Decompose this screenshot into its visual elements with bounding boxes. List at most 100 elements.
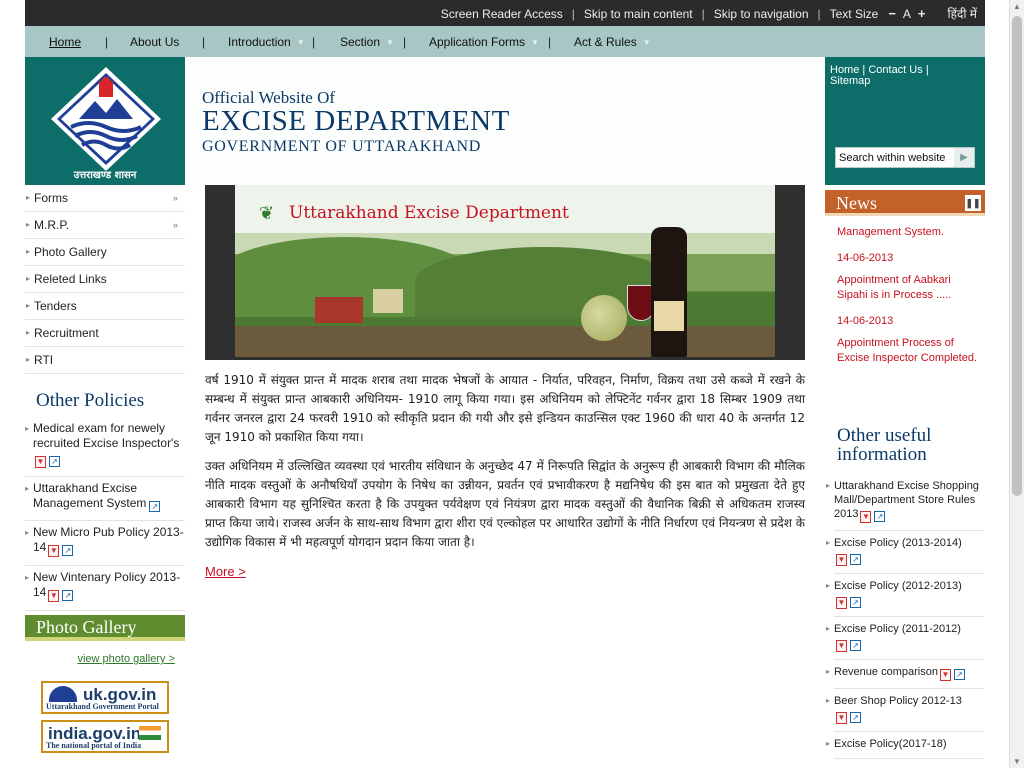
pdf-icon: ▼ xyxy=(836,640,847,652)
title-line-government: GOVERNMENT OF UTTARAKHAND xyxy=(202,138,482,155)
nav-application-forms[interactable]: Application Forms ▼ xyxy=(429,35,539,49)
india-portal-banner[interactable]: india.gov.in The national portal of Indi… xyxy=(41,720,169,753)
useful-item[interactable]: ▸ Beer Shop Policy 2012-13 ▼ ↗ xyxy=(826,689,984,732)
pdf-icon: ▼ xyxy=(48,545,60,557)
header-sitemap-link[interactable]: Sitemap xyxy=(830,75,870,87)
uttarakhand-logo: उत्तराखण्ड शासन xyxy=(25,57,185,185)
bullet-icon: ▸ xyxy=(826,696,831,705)
news-date: 14-06-2013 xyxy=(837,252,894,264)
text-size-decrease-button[interactable]: − xyxy=(888,6,896,21)
news-item[interactable]: Appointment of Aabkari Sipahi is in Proc… xyxy=(837,273,977,303)
sidebar-item-forms[interactable]: ▸ Forms » xyxy=(25,185,185,212)
bullet-icon: ▸ xyxy=(25,528,30,537)
scroll-down-icon[interactable]: ▼ xyxy=(1013,757,1021,766)
nav-home[interactable]: Home xyxy=(49,35,81,49)
useful-item[interactable]: ▸ Excise Policy (2013-2014) ▼ ↗ xyxy=(826,531,984,574)
house-shape xyxy=(373,289,403,313)
bullet-icon: ▸ xyxy=(26,301,31,310)
sidebar-item-rti[interactable]: ▸ RTI xyxy=(25,347,185,374)
skip-nav-link[interactable]: Skip to navigation xyxy=(714,7,809,21)
useful-info-list: ▸ Uttarakhand Excise Shopping Mall/Depart… xyxy=(825,474,985,759)
useful-item[interactable]: ▸ Excise Policy (2012-2013) ▼ ↗ xyxy=(826,574,984,617)
news-item[interactable]: Appointment Process of Excise Inspector … xyxy=(837,336,977,366)
page-scrollbar[interactable]: ▲ ▼ xyxy=(1009,0,1024,768)
sidebar-item-label: M.R.P. xyxy=(34,218,70,232)
bullet-icon: ▸ xyxy=(826,481,831,490)
uk-portal-subtitle: Uttarakhand Government Portal xyxy=(46,702,159,711)
utility-bar: Screen Reader Access | Skip to main cont… xyxy=(25,0,985,26)
news-item[interactable]: Management System. xyxy=(837,225,977,240)
nav-act-rules-label: Act & Rules xyxy=(574,35,637,49)
bullet-icon: ▸ xyxy=(826,538,831,547)
external-link-icon: ↗ xyxy=(874,511,886,522)
useful-item-label: Excise Policy (2011-2012) xyxy=(834,623,961,635)
skip-main-link[interactable]: Skip to main content xyxy=(584,7,693,21)
policy-item[interactable]: ▸ New Micro Pub Policy 2013-14 ▼ ↗ xyxy=(25,521,185,566)
bullet-icon: ▸ xyxy=(25,573,30,582)
bullet-icon: ▸ xyxy=(26,220,31,229)
leaf-icon: ❦ xyxy=(259,203,275,223)
site-title-banner: Official Website Of EXCISE DEPARTMENT GO… xyxy=(185,57,825,185)
nav-section[interactable]: Section ▼ xyxy=(340,35,394,49)
text-size-label: Text Size xyxy=(829,6,879,21)
header-utility-panel: Home | Contact Us | Sitemap ▶ xyxy=(825,57,985,185)
nav-section-label: Section xyxy=(340,35,381,49)
policy-item[interactable]: ▸ Uttarakhand Excise Management System ↗ xyxy=(25,477,185,521)
sidebar-item-related-links[interactable]: ▸ Releted Links xyxy=(25,266,185,293)
site-search: ▶ xyxy=(835,147,975,168)
vineyard-banner-image: ❦ Uttarakhand Excise Department xyxy=(235,185,775,357)
house-shape xyxy=(315,297,363,323)
scrollbar-thumb[interactable] xyxy=(1012,16,1022,496)
pdf-icon: ▼ xyxy=(939,669,951,681)
screen-reader-link[interactable]: Screen Reader Access xyxy=(441,7,563,21)
bullet-icon: ▸ xyxy=(26,247,31,256)
nav-introduction-label: Introduction xyxy=(228,35,291,49)
search-go-icon[interactable]: ▶ xyxy=(954,148,974,167)
intro-paragraph-1: वर्ष 1910 में संयुक्त प्रान्त में मादक श… xyxy=(205,373,805,444)
text-size-increase-button[interactable]: + xyxy=(918,6,926,21)
sidebar-item-label: Photo Gallery xyxy=(34,245,107,259)
external-link-icon: ↗ xyxy=(953,669,965,680)
hindi-language-link[interactable]: हिंदी में xyxy=(948,5,977,22)
text-size-normal-button[interactable]: A xyxy=(903,7,911,21)
india-flag-icon xyxy=(139,726,161,740)
policy-item[interactable]: ▸ New Vintenary Policy 2013-14 ▼ ↗ xyxy=(25,566,185,611)
useful-item[interactable]: ▸ Uttarakhand Excise Shopping Mall/Depart… xyxy=(826,474,984,531)
bullet-icon: ▸ xyxy=(826,581,831,590)
intro-paragraph-2: उक्त अधिनियम में उल्लिखित व्यवस्था एवं भ… xyxy=(205,459,805,549)
header-contact-link[interactable]: Contact Us xyxy=(868,64,922,76)
policy-item[interactable]: ▸ Medical exam for newely recruited Excis… xyxy=(25,417,185,477)
uk-portal-banner[interactable]: uk.gov.in Uttarakhand Government Portal xyxy=(41,681,169,714)
sidebar-item-label: Forms xyxy=(34,191,68,205)
view-photo-gallery-link[interactable]: view photo gallery > xyxy=(77,653,175,665)
photo-gallery-title: Photo Gallery xyxy=(25,615,185,641)
useful-item[interactable]: ▸ Revenue comparison ▼ ↗ xyxy=(826,660,984,689)
chevron-right-icon: » xyxy=(172,193,178,203)
useful-item[interactable]: ▸ Excise Policy(2017-18) xyxy=(826,732,984,759)
sidebar-item-photo-gallery[interactable]: ▸ Photo Gallery xyxy=(25,239,185,266)
useful-item-label: Excise Policy (2012-2013) xyxy=(834,580,962,592)
sidebar-item-label: Releted Links xyxy=(34,272,107,286)
scroll-up-icon[interactable]: ▲ xyxy=(1013,2,1021,11)
pdf-icon: ▼ xyxy=(836,712,847,724)
sidebar-item-mrp[interactable]: ▸ M.R.P. » xyxy=(25,212,185,239)
useful-item[interactable]: ▸ Excise Policy (2011-2012) ▼ ↗ xyxy=(826,617,984,660)
external-link-icon: ↗ xyxy=(850,640,861,651)
nav-about-us[interactable]: About Us xyxy=(130,35,179,49)
sidebar-item-label: Tenders xyxy=(34,299,77,313)
state-emblem-icon xyxy=(51,67,161,171)
policy-label: Uttarakhand Excise Management System xyxy=(33,481,147,510)
banner-slideshow: ❦ Uttarakhand Excise Department xyxy=(205,185,805,360)
nav-introduction[interactable]: Introduction ▼ xyxy=(228,35,305,49)
sidebar-item-tenders[interactable]: ▸ Tenders xyxy=(25,293,185,320)
sidebar-item-recruitment[interactable]: ▸ Recruitment xyxy=(25,320,185,347)
uk-portal-logo-icon xyxy=(49,686,77,702)
grapes-shape xyxy=(581,295,627,341)
bullet-icon: ▸ xyxy=(26,193,31,202)
more-link[interactable]: More > xyxy=(205,564,246,579)
pdf-icon: ▼ xyxy=(48,590,60,602)
chevron-down-icon: ▼ xyxy=(642,38,651,47)
pause-icon[interactable]: ❚❚ xyxy=(965,195,981,211)
nav-act-rules[interactable]: Act & Rules ▼ xyxy=(574,35,651,49)
search-input[interactable] xyxy=(836,148,954,167)
